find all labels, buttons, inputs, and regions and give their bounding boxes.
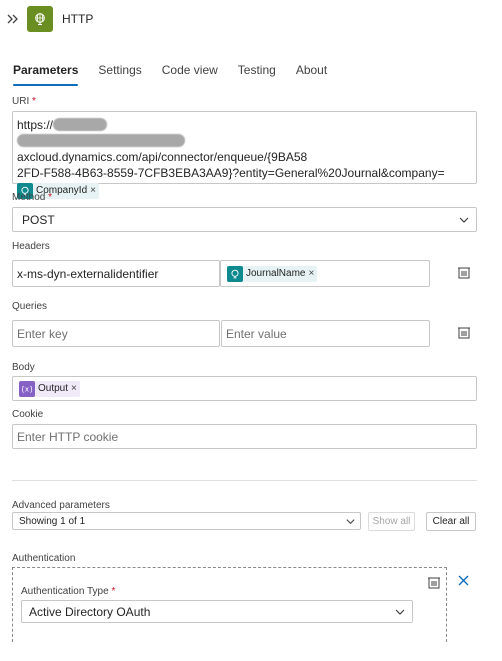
header-value-input[interactable]: JournalName ×	[220, 260, 430, 287]
delete-header-icon[interactable]	[457, 266, 471, 283]
redacted-text	[53, 118, 108, 131]
token-label: JournalName	[246, 268, 306, 279]
tab-parameters[interactable]: Parameters	[13, 63, 79, 86]
chevron-down-icon	[346, 519, 355, 525]
authentication-type-value: Active Directory OAuth	[29, 604, 151, 619]
remove-token-icon[interactable]: ×	[71, 383, 77, 394]
tab-bar: Parameters Settings Code view Testing Ab…	[13, 63, 347, 86]
query-key-input[interactable]: Enter key	[12, 320, 220, 347]
variable-icon: {x}	[19, 380, 35, 397]
method-dropdown[interactable]: POST	[12, 207, 477, 232]
chevron-down-icon	[459, 217, 469, 223]
remove-token-icon[interactable]: ×	[90, 183, 96, 199]
authentication-label: Authentication	[12, 553, 76, 564]
uri-text-line2: axcloud.dynamics.com/api/connector/enque…	[17, 150, 308, 164]
header-key-value: x-ms-dyn-externalidentifier	[17, 266, 159, 281]
show-all-button[interactable]: Show all	[368, 512, 415, 531]
tab-settings[interactable]: Settings	[98, 63, 141, 86]
required-mark: *	[48, 192, 53, 203]
advanced-parameters-value: Showing 1 of 1	[19, 515, 86, 527]
globe-icon	[227, 265, 243, 282]
required-mark: *	[111, 586, 116, 597]
close-icon[interactable]	[457, 574, 470, 587]
delete-authentication-icon[interactable]	[427, 576, 441, 593]
header-key-input[interactable]: x-ms-dyn-externalidentifier	[12, 260, 220, 287]
remove-token-icon[interactable]: ×	[308, 268, 314, 279]
uri-text-line3: 2FD-F588-4B63-8559-7CFB3EBA3AA9}?entity=…	[17, 166, 445, 180]
chevron-down-icon	[395, 609, 405, 615]
queries-label: Queries	[12, 301, 48, 312]
svg-text:{x}: {x}	[22, 385, 32, 393]
method-label: Method *	[12, 192, 53, 203]
body-input[interactable]: {x} Output ×	[12, 376, 477, 401]
section-divider	[12, 480, 477, 481]
authentication-type-dropdown[interactable]: Active Directory OAuth	[21, 600, 413, 623]
headers-label: Headers	[12, 241, 50, 252]
query-value-input[interactable]: Enter value	[221, 320, 430, 347]
globe-icon	[27, 6, 53, 32]
query-value-placeholder: Enter value	[226, 326, 287, 341]
redacted-text	[17, 134, 185, 147]
cookie-label: Cookie	[12, 409, 44, 420]
uri-text-prefix: https://	[17, 118, 54, 132]
action-title: HTTP	[62, 12, 94, 26]
journalname-token[interactable]: JournalName ×	[227, 265, 318, 282]
authentication-type-label: Authentication Type *	[21, 586, 116, 597]
cookie-placeholder: Enter HTTP cookie	[17, 429, 119, 444]
cookie-input[interactable]: Enter HTTP cookie	[12, 424, 477, 449]
required-mark: *	[32, 96, 36, 107]
clear-all-button[interactable]: Clear all	[426, 512, 476, 531]
advanced-parameters-dropdown[interactable]: Showing 1 of 1	[12, 512, 361, 530]
token-label: Output	[38, 383, 69, 394]
method-value: POST	[22, 212, 55, 227]
body-label: Body	[12, 362, 35, 373]
tab-code-view[interactable]: Code view	[162, 63, 218, 86]
tab-about[interactable]: About	[296, 63, 327, 86]
tab-testing[interactable]: Testing	[238, 63, 276, 86]
uri-input[interactable]: https:// axcloud.dynamics.com/api/connec…	[12, 111, 477, 199]
delete-query-icon[interactable]	[457, 326, 471, 343]
output-token[interactable]: {x} Output ×	[19, 380, 80, 397]
uri-label: URI *	[12, 96, 36, 107]
chevron-double-right-icon[interactable]	[6, 12, 20, 26]
advanced-parameters-label: Advanced parameters	[12, 500, 110, 511]
query-key-placeholder: Enter key	[17, 326, 68, 341]
